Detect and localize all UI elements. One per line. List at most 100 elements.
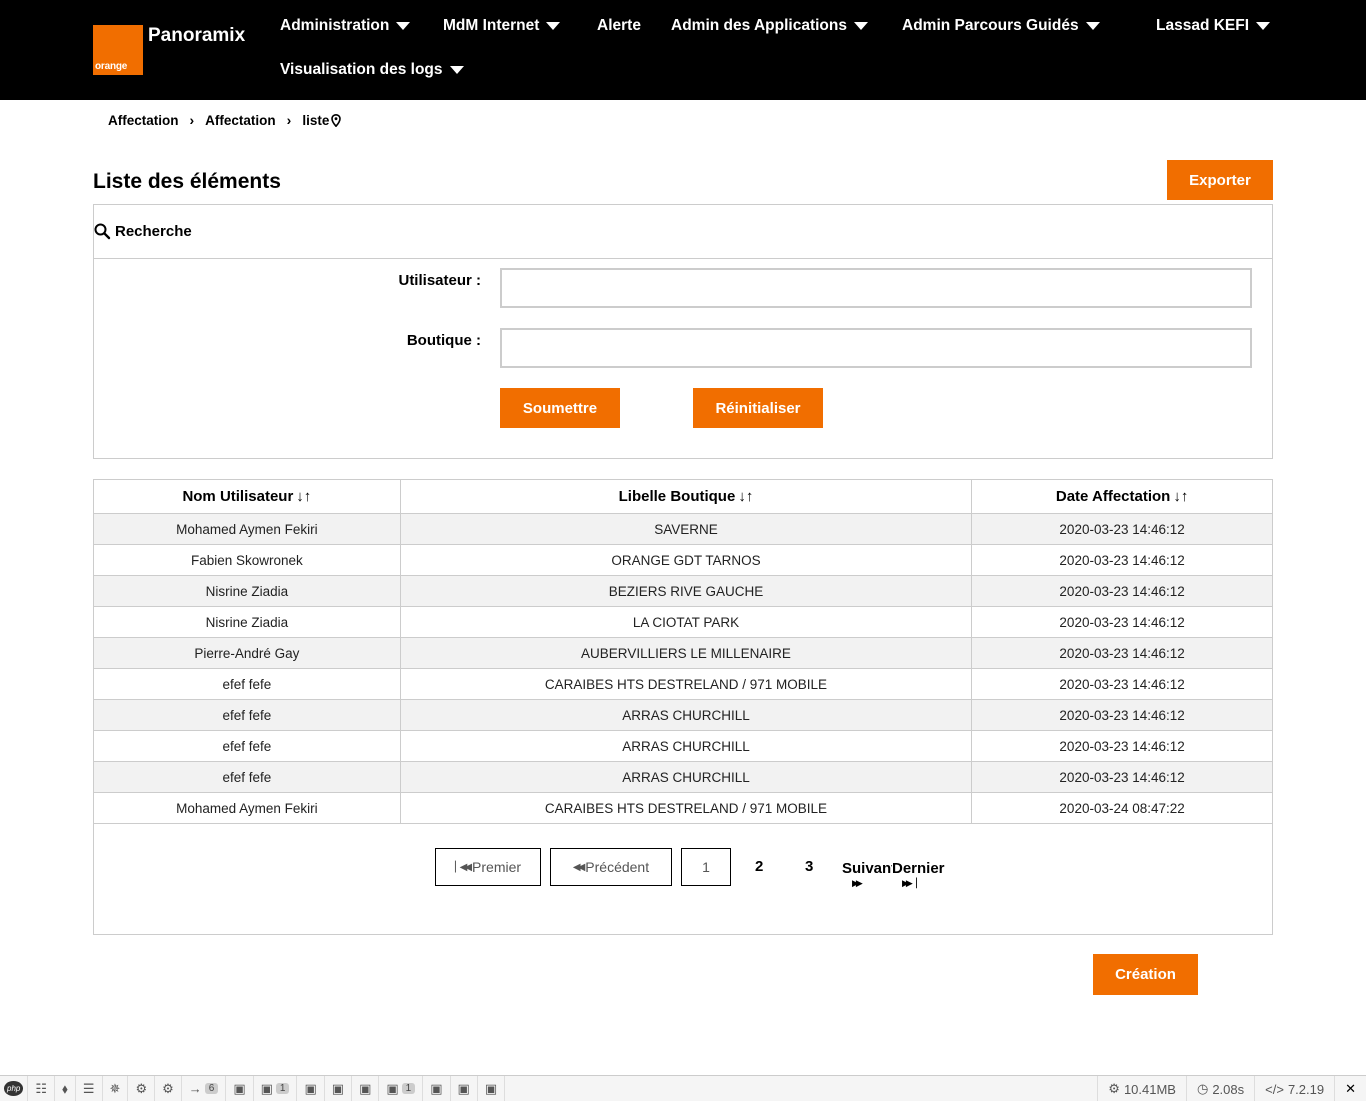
- cell-date: 2020-03-23 14:46:12: [971, 544, 1273, 576]
- user-input[interactable]: [500, 268, 1252, 308]
- breadcrumb-item[interactable]: Affectation: [108, 113, 179, 128]
- pagination-prev-button[interactable]: ◀◀ Précédent: [550, 848, 672, 886]
- last-page-label: Dernier: [892, 860, 945, 877]
- briefcase-icon[interactable]: ▣: [297, 1075, 325, 1101]
- table-row[interactable]: Fabien Skowronek ORANGE GDT TARNOS 2020-03…: [93, 544, 1273, 576]
- caret-down-icon: [853, 22, 868, 30]
- export-button[interactable]: Exporter: [1167, 160, 1273, 200]
- memory-value: 10.41MB: [1123, 1081, 1176, 1097]
- cell-user: efef fefe: [93, 730, 401, 762]
- debug-toolbar: php ☷ ⬧ ☰ ✵ ⚙ ⚙ → 6 ▣ ▣ 1 ▣ ▣ ▣ ▣ 1 ▣ ▣ ▣ ⚙…: [0, 1075, 1366, 1101]
- col-header-label: Nom Utilisateur: [182, 488, 294, 505]
- briefcase-icon[interactable]: ▣: [423, 1075, 451, 1101]
- briefcase-icon[interactable]: ▣ 1: [254, 1075, 298, 1101]
- table-row[interactable]: efef fefe CARAIBES HTS DESTRELAND / 971 M…: [93, 668, 1273, 700]
- cell-user: Mohamed Aymen Fekiri: [93, 792, 401, 824]
- sort-icon[interactable]: ↓↑: [296, 488, 311, 505]
- briefcase-icon[interactable]: ▣: [352, 1075, 380, 1101]
- cell-date: 2020-03-23 14:46:12: [971, 637, 1273, 669]
- next-page-icon: ▶▶: [852, 878, 863, 888]
- nav-alerte[interactable]: Alerte: [597, 17, 641, 35]
- table-row[interactable]: Nisrine Ziadia BEZIERS RIVE GAUCHE 2020-03…: [93, 575, 1273, 607]
- briefcase-icon[interactable]: ▣: [478, 1075, 506, 1101]
- cell-shop: ARRAS CHURCHILL: [399, 730, 973, 762]
- request-icon[interactable]: ☰: [76, 1075, 103, 1101]
- breadcrumb-item[interactable]: Affectation: [205, 113, 276, 128]
- count-badge: 1: [275, 1083, 290, 1094]
- php-label: php: [4, 1081, 24, 1096]
- table-row[interactable]: Nisrine Ziadia LA CIOTAT PARK 2020-03-23 1…: [93, 606, 1273, 638]
- pagination-page-current[interactable]: 1: [681, 848, 731, 886]
- user-label: Utilisateur :: [398, 272, 481, 289]
- nav-label: MdM Internet: [443, 17, 540, 34]
- table-row[interactable]: Pierre-André Gay AUBERVILLIERS LE MILLENA…: [93, 637, 1273, 669]
- first-page-icon: ▏◀◀: [454, 861, 472, 873]
- table-row[interactable]: Mohamed Aymen Fekiri SAVERNE 2020-03-23 14…: [93, 513, 1273, 545]
- map-marker-icon: [331, 113, 342, 127]
- col-header-user[interactable]: Nom Utilisateur ↓↑: [93, 479, 401, 514]
- breadcrumb: Affectation › Affectation › liste: [108, 112, 342, 128]
- route-icon[interactable]: → 6: [182, 1075, 227, 1101]
- cell-user: Mohamed Aymen Fekiri: [93, 513, 401, 545]
- logo-text: orange: [95, 61, 128, 72]
- memory-metric[interactable]: ⚙ 10.41MB: [1097, 1076, 1186, 1101]
- table-row[interactable]: efef fefe ARRAS CHURCHILL 2020-03-23 14:46…: [93, 730, 1273, 762]
- nav-user-menu[interactable]: Lassad KEFI: [1156, 17, 1271, 35]
- breadcrumb-item-current: liste: [302, 112, 330, 128]
- cell-user: Fabien Skowronek: [93, 544, 401, 576]
- php-logo-icon[interactable]: php: [0, 1075, 29, 1101]
- col-header-shop[interactable]: Libelle Boutique ↓↑: [399, 479, 973, 514]
- cell-user: Nisrine Ziadia: [93, 606, 401, 638]
- code-icon: </>: [1265, 1081, 1284, 1097]
- close-icon[interactable]: ✕: [1334, 1076, 1366, 1101]
- pagination-page[interactable]: 2: [755, 858, 763, 875]
- nav-admin-applications[interactable]: Admin des Applications: [671, 17, 868, 35]
- reset-button[interactable]: Réinitialiser: [693, 388, 823, 428]
- pagination-page[interactable]: 3: [805, 858, 813, 875]
- count-badge: 1: [401, 1083, 416, 1094]
- cell-date: 2020-03-23 14:46:12: [971, 730, 1273, 762]
- pagination-next-button[interactable]: Suivant ▶▶: [842, 860, 892, 889]
- results-table: Nom Utilisateur ↓↑ Libelle Boutique ↓↑ Dat…: [93, 479, 1273, 824]
- create-button[interactable]: Création: [1093, 954, 1198, 995]
- nav-admin-parcours-guides[interactable]: Admin Parcours Guidés: [902, 17, 1100, 35]
- cogs-icon: ⚙: [1108, 1081, 1120, 1096]
- table-row[interactable]: Mohamed Aymen Fekiri CARAIBES HTS DESTREL…: [93, 792, 1273, 824]
- nav-mdm-internet[interactable]: MdM Internet: [443, 17, 561, 35]
- gear-icon[interactable]: ⚙: [128, 1075, 156, 1101]
- next-page-label: Suivant: [842, 860, 892, 877]
- cell-date: 2020-03-24 08:47:22: [971, 792, 1273, 824]
- sort-icon[interactable]: ↓↑: [1173, 488, 1188, 505]
- pagination-first-button[interactable]: ▏◀◀ Premier: [435, 848, 541, 886]
- shop-input[interactable]: [500, 328, 1252, 368]
- table-header-row: Nom Utilisateur ↓↑ Libelle Boutique ↓↑ Dat…: [93, 479, 1273, 514]
- top-navbar: orange Panoramix Administration MdM Inte…: [0, 0, 1366, 100]
- brand-name[interactable]: Panoramix: [148, 25, 245, 47]
- briefcase-icon[interactable]: ▣: [226, 1075, 254, 1101]
- briefcase-icon[interactable]: ▣: [325, 1075, 353, 1101]
- briefcase-icon[interactable]: ▣ 1: [379, 1075, 424, 1101]
- cell-shop: CARAIBES HTS DESTRELAND / 971 MOBILE: [399, 668, 973, 700]
- orange-logo[interactable]: orange: [93, 25, 143, 75]
- cell-date: 2020-03-23 14:46:12: [971, 606, 1273, 638]
- gear-icon[interactable]: ⚙: [155, 1075, 182, 1101]
- bug-icon[interactable]: ✵: [103, 1075, 129, 1101]
- sort-icon[interactable]: ↓↑: [738, 488, 753, 505]
- briefcase-icon[interactable]: ▣: [451, 1075, 478, 1101]
- time-metric[interactable]: ◷ 2.08s: [1185, 1076, 1254, 1101]
- version-metric[interactable]: </> 7.2.19: [1254, 1076, 1334, 1101]
- nav-administration[interactable]: Administration: [280, 17, 411, 35]
- tags-icon[interactable]: ⬧: [55, 1075, 76, 1101]
- caret-down-icon: [1256, 22, 1271, 30]
- cell-user: Nisrine Ziadia: [93, 575, 401, 607]
- cell-user: efef fefe: [93, 761, 401, 793]
- pagination-last-button[interactable]: Dernier ▶▶▕: [892, 860, 952, 889]
- chevron-right-icon: ›: [189, 112, 195, 128]
- search-panel-header[interactable]: Recherche: [94, 205, 1272, 259]
- submit-button[interactable]: Soumettre: [500, 388, 620, 428]
- messages-icon[interactable]: ☷: [28, 1075, 56, 1101]
- table-row[interactable]: efef fefe ARRAS CHURCHILL 2020-03-23 14:46…: [93, 699, 1273, 731]
- table-row[interactable]: efef fefe ARRAS CHURCHILL 2020-03-23 14:46…: [93, 761, 1273, 793]
- nav-visualisation-logs[interactable]: Visualisation des logs: [280, 61, 464, 79]
- col-header-date[interactable]: Date Affectation ↓↑: [971, 479, 1273, 514]
